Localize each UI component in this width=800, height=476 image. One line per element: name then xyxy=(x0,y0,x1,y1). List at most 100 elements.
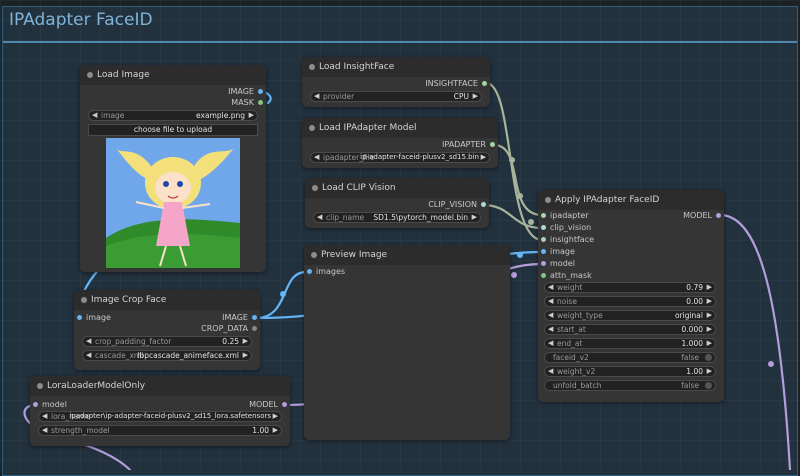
decrement-arrow-icon[interactable]: ◀ xyxy=(548,367,553,376)
decrement-arrow-icon[interactable]: ◀ xyxy=(548,297,553,306)
collapse-dot-icon[interactable] xyxy=(87,72,93,78)
node-title-image-crop-face[interactable]: Image Crop Face xyxy=(74,290,260,310)
decrement-arrow-icon[interactable]: ◀ xyxy=(548,311,553,320)
node-preview-image[interactable]: Preview Image images xyxy=(304,245,510,440)
group-title[interactable]: IPAdapter FaceID xyxy=(9,10,153,30)
input-image-pin[interactable] xyxy=(77,315,82,320)
node-title-load-insightface[interactable]: Load InsightFace xyxy=(302,57,490,77)
output-image-pin[interactable] xyxy=(258,89,263,94)
collapse-dot-icon[interactable] xyxy=(37,383,43,389)
increment-arrow-icon[interactable]: ▶ xyxy=(273,426,278,435)
increment-arrow-icon[interactable]: ▶ xyxy=(707,297,712,306)
input-image-pin[interactable] xyxy=(541,249,546,254)
input-clip-vision[interactable]: clip_vision xyxy=(538,223,591,232)
collapse-dot-icon[interactable] xyxy=(312,185,318,191)
input-insightface-pin[interactable] xyxy=(541,237,546,242)
node-title-load-clip-vision[interactable]: Load CLIP Vision xyxy=(305,178,489,198)
faceid-v2-toggle[interactable]: faceid_v2 false xyxy=(544,352,716,363)
input-clip-vision-pin[interactable] xyxy=(541,225,546,230)
increment-arrow-icon[interactable]: ▶ xyxy=(249,111,254,120)
node-load-insightface[interactable]: Load InsightFace INSIGHTFACE ◀ provider … xyxy=(302,57,490,107)
weight-widget[interactable]: ◀ weight 0.79 ▶ xyxy=(544,282,716,293)
output-crop-data-pin[interactable] xyxy=(252,326,257,331)
input-insightface[interactable]: insightface xyxy=(538,235,594,244)
input-ipadapter[interactable]: ipadapter xyxy=(538,211,589,220)
input-images-pin[interactable] xyxy=(307,269,312,274)
output-image[interactable]: IMAGE xyxy=(228,87,266,96)
clip-name-widget[interactable]: ◀ clip_name SD1.5\pytorch_model.bin ▶ xyxy=(313,212,481,223)
input-ipadapter-pin[interactable] xyxy=(541,213,546,218)
provider-select-widget[interactable]: ◀ provider CPU ▶ xyxy=(310,91,482,102)
image-select-widget[interactable]: ◀ image example.png ▶ xyxy=(88,110,258,121)
increment-arrow-icon[interactable]: ▶ xyxy=(243,351,248,360)
node-title-apply-ipadapter[interactable]: Apply IPAdapter FaceID xyxy=(538,190,724,210)
output-mask-pin[interactable] xyxy=(258,100,263,105)
decrement-arrow-icon[interactable]: ◀ xyxy=(42,426,47,435)
input-model-pin[interactable] xyxy=(541,261,546,266)
output-insightface[interactable]: INSIGHTFACE xyxy=(425,79,490,88)
output-image-pin[interactable] xyxy=(252,315,257,320)
node-apply-ipadapter-faceid[interactable]: Apply IPAdapter FaceID MODEL ipadapter c… xyxy=(538,190,724,402)
input-model[interactable]: model xyxy=(538,259,575,268)
node-image-crop-face[interactable]: Image Crop Face image IMAGE CROP_DATA ◀ … xyxy=(74,290,260,370)
input-attn-mask[interactable]: attn_mask xyxy=(538,271,592,280)
output-ipadapter[interactable]: IPADAPTER xyxy=(442,140,498,149)
decrement-arrow-icon[interactable]: ◀ xyxy=(86,337,91,346)
ipadapter-file-widget[interactable]: ◀ ipadapter_file ip-adapter-faceid-plusv… xyxy=(310,152,490,163)
toggle-knob-icon[interactable] xyxy=(705,382,712,389)
collapse-dot-icon[interactable] xyxy=(311,252,317,258)
output-model-pin[interactable] xyxy=(716,213,721,218)
increment-arrow-icon[interactable]: ▶ xyxy=(707,325,712,334)
node-title-preview-image[interactable]: Preview Image xyxy=(304,245,510,265)
output-mask[interactable]: MASK xyxy=(231,98,266,107)
node-title-load-ipadapter[interactable]: Load IPAdapter Model xyxy=(302,118,498,138)
input-image[interactable]: image xyxy=(74,313,111,322)
decrement-arrow-icon[interactable]: ◀ xyxy=(317,213,322,222)
node-title-load-image[interactable]: Load Image xyxy=(80,65,266,85)
output-model-pin[interactable] xyxy=(282,402,287,407)
collapse-dot-icon[interactable] xyxy=(309,125,315,131)
cascade-xml-widget[interactable]: ◀ cascade_xml lbpcascade_animeface.xml ▶ xyxy=(82,350,252,361)
increment-arrow-icon[interactable]: ▶ xyxy=(481,153,486,162)
output-image[interactable]: IMAGE xyxy=(222,313,260,322)
decrement-arrow-icon[interactable]: ◀ xyxy=(86,351,91,360)
decrement-arrow-icon[interactable]: ◀ xyxy=(548,283,553,292)
input-images[interactable]: images xyxy=(304,267,345,276)
start-at-widget[interactable]: ◀ start_at 0.000 ▶ xyxy=(544,324,716,335)
node-title-lora-loader[interactable]: LoraLoaderModelOnly xyxy=(30,376,290,396)
collapse-dot-icon[interactable] xyxy=(309,64,315,70)
strength-model-widget[interactable]: ◀ strength_model 1.00 ▶ xyxy=(38,425,282,436)
upload-button[interactable]: choose file to upload xyxy=(88,124,258,136)
decrement-arrow-icon[interactable]: ◀ xyxy=(314,153,319,162)
unfold-batch-toggle[interactable]: unfold_batch false xyxy=(544,380,716,391)
node-lora-loader-model-only[interactable]: LoraLoaderModelOnly model MODEL ◀ lora_n… xyxy=(30,376,290,446)
end-at-widget[interactable]: ◀ end_at 1.000 ▶ xyxy=(544,338,716,349)
decrement-arrow-icon[interactable]: ◀ xyxy=(92,111,97,120)
output-clip-vision[interactable]: CLIP_VISION xyxy=(428,200,489,209)
noise-widget[interactable]: ◀ noise 0.00 ▶ xyxy=(544,296,716,307)
increment-arrow-icon[interactable]: ▶ xyxy=(707,367,712,376)
decrement-arrow-icon[interactable]: ◀ xyxy=(314,92,319,101)
output-model[interactable]: MODEL xyxy=(683,211,724,220)
output-insightface-pin[interactable] xyxy=(482,81,487,86)
input-model[interactable]: model xyxy=(30,400,67,409)
decrement-arrow-icon[interactable]: ◀ xyxy=(42,412,47,421)
collapse-dot-icon[interactable] xyxy=(81,297,87,303)
lora-name-widget[interactable]: ◀ lora_name ipadapter\ip-adapter-faceid-… xyxy=(38,411,282,422)
increment-arrow-icon[interactable]: ▶ xyxy=(707,283,712,292)
input-image[interactable]: image xyxy=(538,247,575,256)
increment-arrow-icon[interactable]: ▶ xyxy=(707,311,712,320)
toggle-knob-icon[interactable] xyxy=(705,354,712,361)
increment-arrow-icon[interactable]: ▶ xyxy=(707,339,712,348)
input-attn-mask-pin[interactable] xyxy=(541,273,546,278)
crop-padding-widget[interactable]: ◀ crop_padding_factor 0.25 ▶ xyxy=(82,336,252,347)
weight-type-widget[interactable]: ◀ weight_type original ▶ xyxy=(544,310,716,321)
increment-arrow-icon[interactable]: ▶ xyxy=(273,412,278,421)
decrement-arrow-icon[interactable]: ◀ xyxy=(548,325,553,334)
input-model-pin[interactable] xyxy=(33,402,38,407)
weight-v2-widget[interactable]: ◀ weight_v2 1.00 ▶ xyxy=(544,366,716,377)
decrement-arrow-icon[interactable]: ◀ xyxy=(548,339,553,348)
output-ipadapter-pin[interactable] xyxy=(490,142,495,147)
node-load-ipadapter-model[interactable]: Load IPAdapter Model IPADAPTER ◀ ipadapt… xyxy=(302,118,498,168)
increment-arrow-icon[interactable]: ▶ xyxy=(472,213,477,222)
